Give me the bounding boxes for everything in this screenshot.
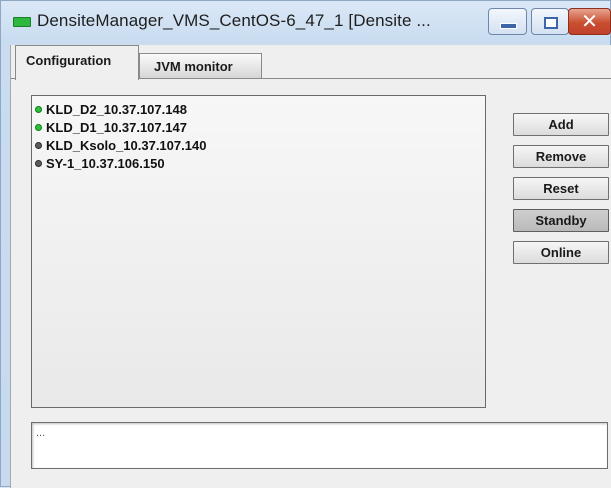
status-offline-icon [35, 160, 42, 167]
device-label: KLD_D2_10.37.107.148 [46, 102, 187, 117]
tab-configuration[interactable]: Configuration [15, 45, 139, 80]
close-icon: ✕ [581, 9, 598, 33]
device-list[interactable]: KLD_D2_10.37.107.148 KLD_D1_10.37.107.14… [31, 95, 486, 408]
status-text: ... [36, 427, 46, 439]
online-button[interactable]: Online [513, 241, 609, 264]
minimize-button[interactable] [488, 8, 527, 35]
maximize-icon [544, 17, 558, 29]
title-bar[interactable]: DensiteManager_VMS_CentOS-6_47_1 [Densit… [1, 1, 611, 43]
window-content: Configuration JVM monitor KLD_D2_10.37.1… [10, 45, 611, 488]
tab-jvm-monitor[interactable]: JVM monitor [139, 53, 262, 79]
status-online-icon [35, 106, 42, 113]
status-message-box[interactable]: ... [31, 422, 608, 469]
app-icon [13, 17, 31, 27]
remove-button[interactable]: Remove [513, 145, 609, 168]
add-button[interactable]: Add [513, 113, 609, 136]
device-label: KLD_Ksolo_10.37.107.140 [46, 138, 207, 153]
application-window: DensiteManager_VMS_CentOS-6_47_1 [Densit… [0, 0, 611, 488]
device-label: SY-1_10.37.106.150 [46, 156, 165, 171]
standby-button[interactable]: Standby [513, 209, 609, 232]
minimize-icon [500, 23, 517, 29]
close-button[interactable]: ✕ [568, 8, 611, 35]
reset-button[interactable]: Reset [513, 177, 609, 200]
maximize-button[interactable] [531, 8, 569, 35]
device-label: KLD_D1_10.37.107.147 [46, 120, 187, 135]
window-title: DensiteManager_VMS_CentOS-6_47_1 [Densit… [37, 11, 431, 30]
status-offline-icon [35, 142, 42, 149]
status-online-icon [35, 124, 42, 131]
